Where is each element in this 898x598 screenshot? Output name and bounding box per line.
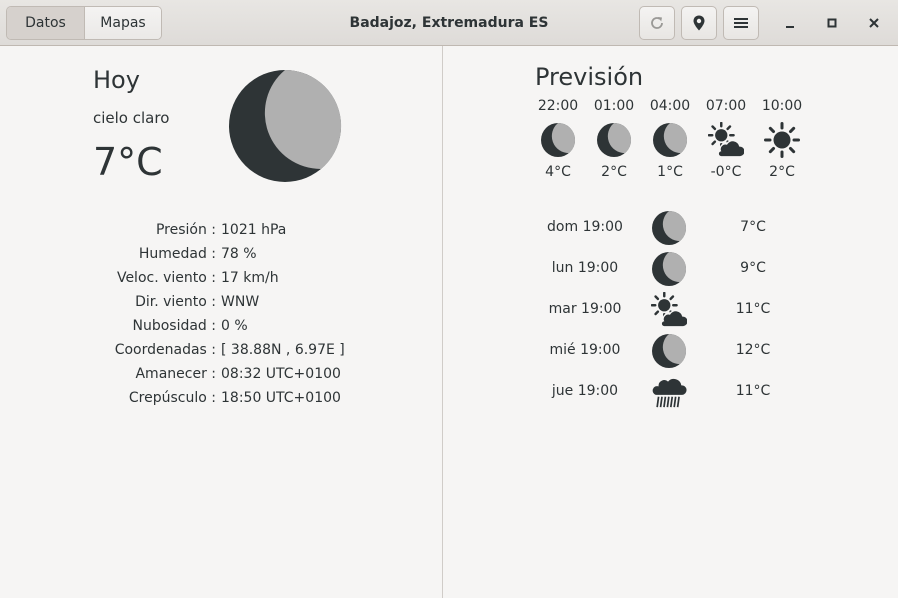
hourly-item: 04:00 1°C: [642, 98, 698, 180]
moon-icon: [228, 69, 342, 183]
close-icon: [869, 18, 879, 28]
hourly-item: 07:00 -0°C: [698, 98, 754, 180]
hourly-temp: 4°C: [545, 164, 571, 180]
detail-value: 08:32 UTC+0100: [221, 366, 341, 382]
refresh-button[interactable]: [639, 6, 675, 40]
detail-row: Dir. viento : WNW: [0, 290, 440, 314]
detail-value: 17 km/h: [221, 270, 279, 286]
detail-value: 1021 hPa: [221, 222, 287, 238]
detail-value: [ 38.88N , 6.97E ]: [221, 342, 345, 358]
detail-row: Humedad : 78 %: [0, 242, 440, 266]
moon-icon: [642, 118, 698, 162]
detail-row: Crepúsculo : 18:50 UTC+0100: [0, 386, 440, 410]
hourly-time: 07:00: [705, 98, 747, 114]
moon-icon: [648, 249, 690, 289]
hourly-time: 22:00: [537, 98, 579, 114]
moon-icon: [648, 331, 690, 371]
daily-day: lun 19:00: [551, 260, 619, 276]
maximize-icon: [827, 18, 837, 28]
hourly-time: 04:00: [649, 98, 691, 114]
header-bar: Datos Mapas Badajoz, Extremadura ES: [0, 0, 898, 46]
daily-day: mar 19:00: [548, 301, 622, 317]
daily-temp: 7°C: [740, 219, 766, 235]
detail-label: Dir. viento :: [135, 294, 216, 310]
detail-label: Amanecer :: [135, 366, 216, 382]
close-button[interactable]: [860, 9, 888, 37]
detail-row: Coordenadas : [ 38.88N , 6.97E ]: [0, 338, 440, 362]
daily-temp: 11°C: [735, 301, 771, 317]
rain-cloud-icon: [648, 372, 690, 412]
hourly-temp: 2°C: [769, 164, 795, 180]
detail-label: Veloc. viento :: [116, 270, 216, 286]
moon-icon: [586, 118, 642, 162]
today-heading: Hoy: [93, 66, 140, 94]
menu-icon: [734, 18, 748, 28]
tab-datos[interactable]: Datos: [7, 7, 85, 39]
detail-value: 0 %: [221, 318, 248, 334]
minimize-icon: [786, 26, 794, 28]
location-pin-icon: [693, 15, 705, 31]
hourly-item: 01:00 2°C: [586, 98, 642, 180]
pane-divider: [442, 46, 443, 598]
today-temperature: 7°C: [93, 140, 163, 184]
daily-temp: 12°C: [735, 342, 771, 358]
daily-temp: 11°C: [735, 383, 771, 399]
daily-temp: 9°C: [740, 260, 766, 276]
view-switcher: Datos Mapas: [6, 6, 162, 40]
location-button[interactable]: [681, 6, 717, 40]
moon-icon: [530, 118, 586, 162]
daily-item: jue 19:00 11°C: [520, 372, 820, 412]
hourly-temp: -0°C: [710, 164, 742, 180]
daily-day: jue 19:00: [551, 383, 619, 399]
minimize-button[interactable]: [776, 9, 804, 37]
hourly-temp: 2°C: [601, 164, 627, 180]
detail-label: Presión :: [155, 222, 216, 238]
detail-label: Crepúsculo :: [128, 390, 216, 406]
detail-value: 78 %: [221, 246, 257, 262]
sun-icon: [754, 118, 810, 162]
daily-day: dom 19:00: [547, 219, 623, 235]
today-description: cielo claro: [93, 109, 170, 127]
detail-row: Amanecer : 08:32 UTC+0100: [0, 362, 440, 386]
hourly-item: 10:00 2°C: [754, 98, 810, 180]
sun-cloud-icon: [698, 118, 754, 162]
hourly-time: 10:00: [761, 98, 803, 114]
detail-row: Nubosidad : 0 %: [0, 314, 440, 338]
details-list: Presión : 1021 hPa Humedad : 78 % Veloc. vie…: [0, 218, 440, 410]
daily-item: lun 19:00 9°C: [520, 249, 820, 289]
menu-button[interactable]: [723, 6, 759, 40]
tab-mapas[interactable]: Mapas: [85, 7, 161, 39]
hourly-item: 22:00 4°C: [530, 98, 586, 180]
detail-label: Nubosidad :: [132, 318, 216, 334]
detail-label: Humedad :: [138, 246, 216, 262]
forecast-heading: Previsión: [535, 63, 644, 91]
refresh-icon: [651, 17, 663, 29]
hourly-time: 01:00: [593, 98, 635, 114]
detail-value: 18:50 UTC+0100: [221, 390, 341, 406]
maximize-button[interactable]: [818, 9, 846, 37]
hourly-temp: 1°C: [657, 164, 683, 180]
sun-cloud-icon: [648, 290, 690, 330]
daily-item: mié 19:00 12°C: [520, 331, 820, 371]
daily-day: mié 19:00: [549, 342, 621, 358]
moon-icon: [648, 208, 690, 248]
daily-item: dom 19:00 7°C: [520, 208, 820, 248]
detail-label: Coordenadas :: [114, 342, 216, 358]
detail-row: Veloc. viento : 17 km/h: [0, 266, 440, 290]
detail-value: WNW: [221, 294, 260, 310]
daily-item: mar 19:00 11°C: [520, 290, 820, 330]
detail-row: Presión : 1021 hPa: [0, 218, 440, 242]
